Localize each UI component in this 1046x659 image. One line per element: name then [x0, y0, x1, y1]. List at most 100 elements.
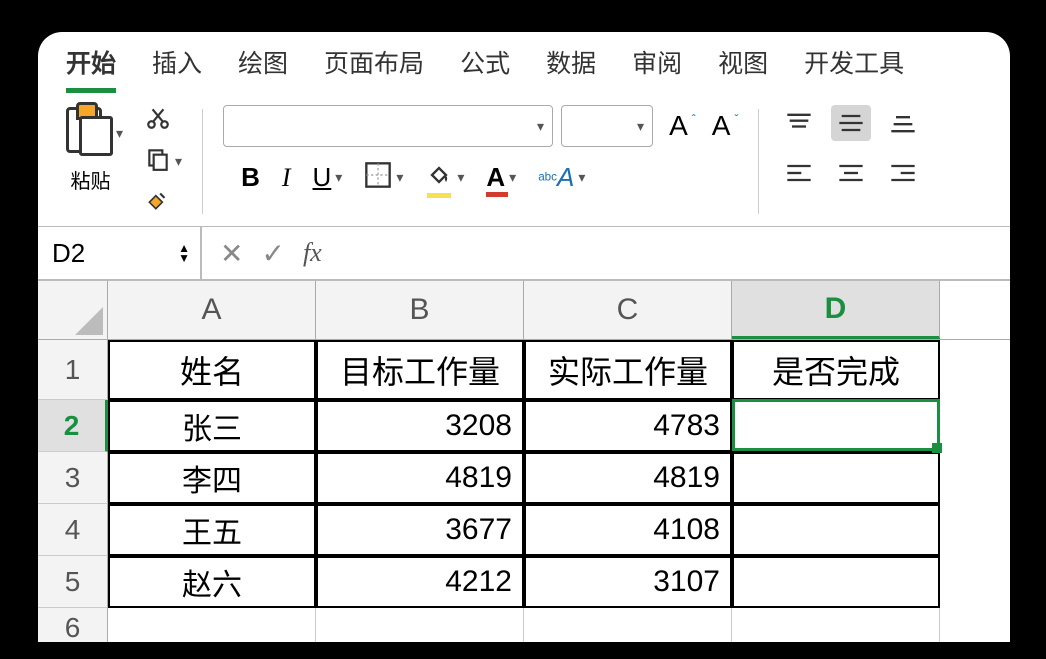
fill-color-dropdown-icon[interactable]: ▾ — [457, 169, 464, 186]
cell-C3[interactable]: 4819 — [524, 452, 732, 504]
formula-bar: D2 ▲▼ ✕ ✓ fx — [38, 227, 1010, 281]
cell-B3[interactable]: 4819 — [316, 452, 524, 504]
cut-button[interactable] — [145, 105, 182, 136]
fill-color-swatch — [427, 193, 451, 198]
borders-button[interactable] — [364, 161, 392, 194]
cell-C5[interactable]: 3107 — [524, 556, 732, 608]
col-header-D[interactable]: D — [732, 281, 940, 339]
brush-icon — [145, 187, 171, 218]
font-color-swatch — [486, 192, 508, 197]
underline-button[interactable]: U — [313, 162, 332, 193]
tab-pagelayout[interactable]: 页面布局 — [324, 44, 424, 93]
cell-D5[interactable] — [732, 556, 940, 608]
cell-C6[interactable] — [524, 608, 732, 642]
paste-label: 粘贴 — [71, 165, 111, 194]
name-box[interactable]: D2 ▲▼ — [38, 227, 202, 279]
spreadsheet-grid: A B C D 1 姓名 目标工作量 实际工作量 是否完成 2 张三 3208 … — [38, 281, 1010, 642]
underline-dropdown-icon[interactable]: ▾ — [335, 169, 342, 186]
tab-developer[interactable]: 开发工具 — [804, 44, 904, 93]
increase-font-button[interactable]: Aˆ — [661, 110, 696, 142]
row-header-6[interactable]: 6 — [38, 608, 108, 642]
cell-B2[interactable]: 3208 — [316, 400, 524, 452]
copy-dropdown-icon[interactable]: ▾ — [175, 153, 182, 170]
cell-D3[interactable] — [732, 452, 940, 504]
scissors-icon — [145, 105, 171, 136]
ribbon-toolbar: ▾ 粘贴 ▾ — [38, 93, 1010, 227]
paste-dropdown-icon[interactable]: ▾ — [116, 125, 123, 142]
select-all-corner[interactable] — [38, 281, 108, 339]
copy-icon — [145, 146, 171, 177]
bold-button[interactable]: B — [241, 162, 260, 193]
font-color-dropdown-icon[interactable]: ▾ — [509, 169, 516, 186]
cell-C1[interactable]: 实际工作量 — [524, 340, 732, 400]
cell-D2[interactable] — [732, 400, 940, 452]
cell-B6[interactable] — [316, 608, 524, 642]
increase-caret-icon: ˆ — [692, 112, 696, 126]
tab-start[interactable]: 开始 — [66, 44, 116, 93]
col-header-C[interactable]: C — [524, 281, 732, 339]
chevron-down-icon: ▾ — [637, 118, 644, 135]
cell-B5[interactable]: 4212 — [316, 556, 524, 608]
cell-A5[interactable]: 赵六 — [108, 556, 316, 608]
tab-insert[interactable]: 插入 — [152, 44, 202, 93]
borders-dropdown-icon[interactable]: ▾ — [396, 169, 403, 186]
decrease-font-button[interactable]: Aˇ — [704, 110, 739, 142]
chevron-down-icon: ▾ — [537, 118, 544, 135]
row-header-1[interactable]: 1 — [38, 340, 108, 400]
decrease-caret-icon: ˇ — [734, 112, 738, 126]
namebox-stepper-icon[interactable]: ▲▼ — [178, 243, 190, 263]
row-header-5[interactable]: 5 — [38, 556, 108, 608]
cell-A2[interactable]: 张三 — [108, 400, 316, 452]
fx-icon[interactable]: fx — [303, 238, 322, 268]
tab-draw[interactable]: 绘图 — [238, 44, 288, 93]
name-box-value: D2 — [52, 238, 85, 269]
cell-A3[interactable]: 李四 — [108, 452, 316, 504]
alignment-group — [779, 105, 923, 191]
font-size-select[interactable]: ▾ — [561, 105, 653, 147]
col-header-B[interactable]: B — [316, 281, 524, 339]
paste-icon[interactable] — [58, 105, 114, 161]
row-header-3[interactable]: 3 — [38, 452, 108, 504]
enter-formula-button[interactable]: ✓ — [261, 237, 284, 270]
font-color-button[interactable]: A — [486, 162, 505, 193]
formula-input[interactable] — [340, 227, 1010, 279]
italic-button[interactable]: I — [282, 163, 291, 193]
cell-D4[interactable] — [732, 504, 940, 556]
copy-button[interactable]: ▾ — [145, 146, 182, 177]
phonetic-button[interactable]: abcA — [538, 162, 574, 193]
align-right-button[interactable] — [883, 155, 923, 191]
row-header-2[interactable]: 2 — [38, 400, 108, 452]
font-group: ▾ ▾ Aˆ Aˇ B I U ▾ ▾ — [223, 105, 738, 194]
clipboard-group: ▾ 粘贴 — [58, 105, 123, 194]
row-header-4[interactable]: 4 — [38, 504, 108, 556]
phonetic-dropdown-icon[interactable]: ▾ — [578, 169, 585, 186]
cell-A1[interactable]: 姓名 — [108, 340, 316, 400]
align-center-button[interactable] — [831, 155, 871, 191]
cell-C2[interactable]: 4783 — [524, 400, 732, 452]
cell-A4[interactable]: 王五 — [108, 504, 316, 556]
ribbon-tabs: 开始 插入 绘图 页面布局 公式 数据 审阅 视图 开发工具 — [38, 32, 1010, 93]
align-left-button[interactable] — [779, 155, 819, 191]
cancel-formula-button[interactable]: ✕ — [220, 237, 243, 270]
tab-data[interactable]: 数据 — [546, 44, 596, 93]
align-middle-button[interactable] — [831, 105, 871, 141]
col-header-A[interactable]: A — [108, 281, 316, 339]
tab-review[interactable]: 审阅 — [632, 44, 682, 93]
cell-B1[interactable]: 目标工作量 — [316, 340, 524, 400]
clipboard-mini-buttons: ▾ — [145, 105, 182, 218]
format-painter-button[interactable] — [145, 187, 182, 218]
font-name-select[interactable]: ▾ — [223, 105, 553, 147]
group-separator — [758, 109, 759, 214]
fill-color-button[interactable] — [425, 161, 453, 194]
cell-C4[interactable]: 4108 — [524, 504, 732, 556]
align-bottom-button[interactable] — [883, 105, 923, 141]
cell-D1[interactable]: 是否完成 — [732, 340, 940, 400]
tab-formulas[interactable]: 公式 — [460, 44, 510, 93]
tab-view[interactable]: 视图 — [718, 44, 768, 93]
excel-window: 开始 插入 绘图 页面布局 公式 数据 审阅 视图 开发工具 ▾ 粘贴 — [38, 32, 1010, 642]
cell-D6[interactable] — [732, 608, 940, 642]
align-top-button[interactable] — [779, 105, 819, 141]
group-separator — [202, 109, 203, 214]
cell-A6[interactable] — [108, 608, 316, 642]
cell-B4[interactable]: 3677 — [316, 504, 524, 556]
